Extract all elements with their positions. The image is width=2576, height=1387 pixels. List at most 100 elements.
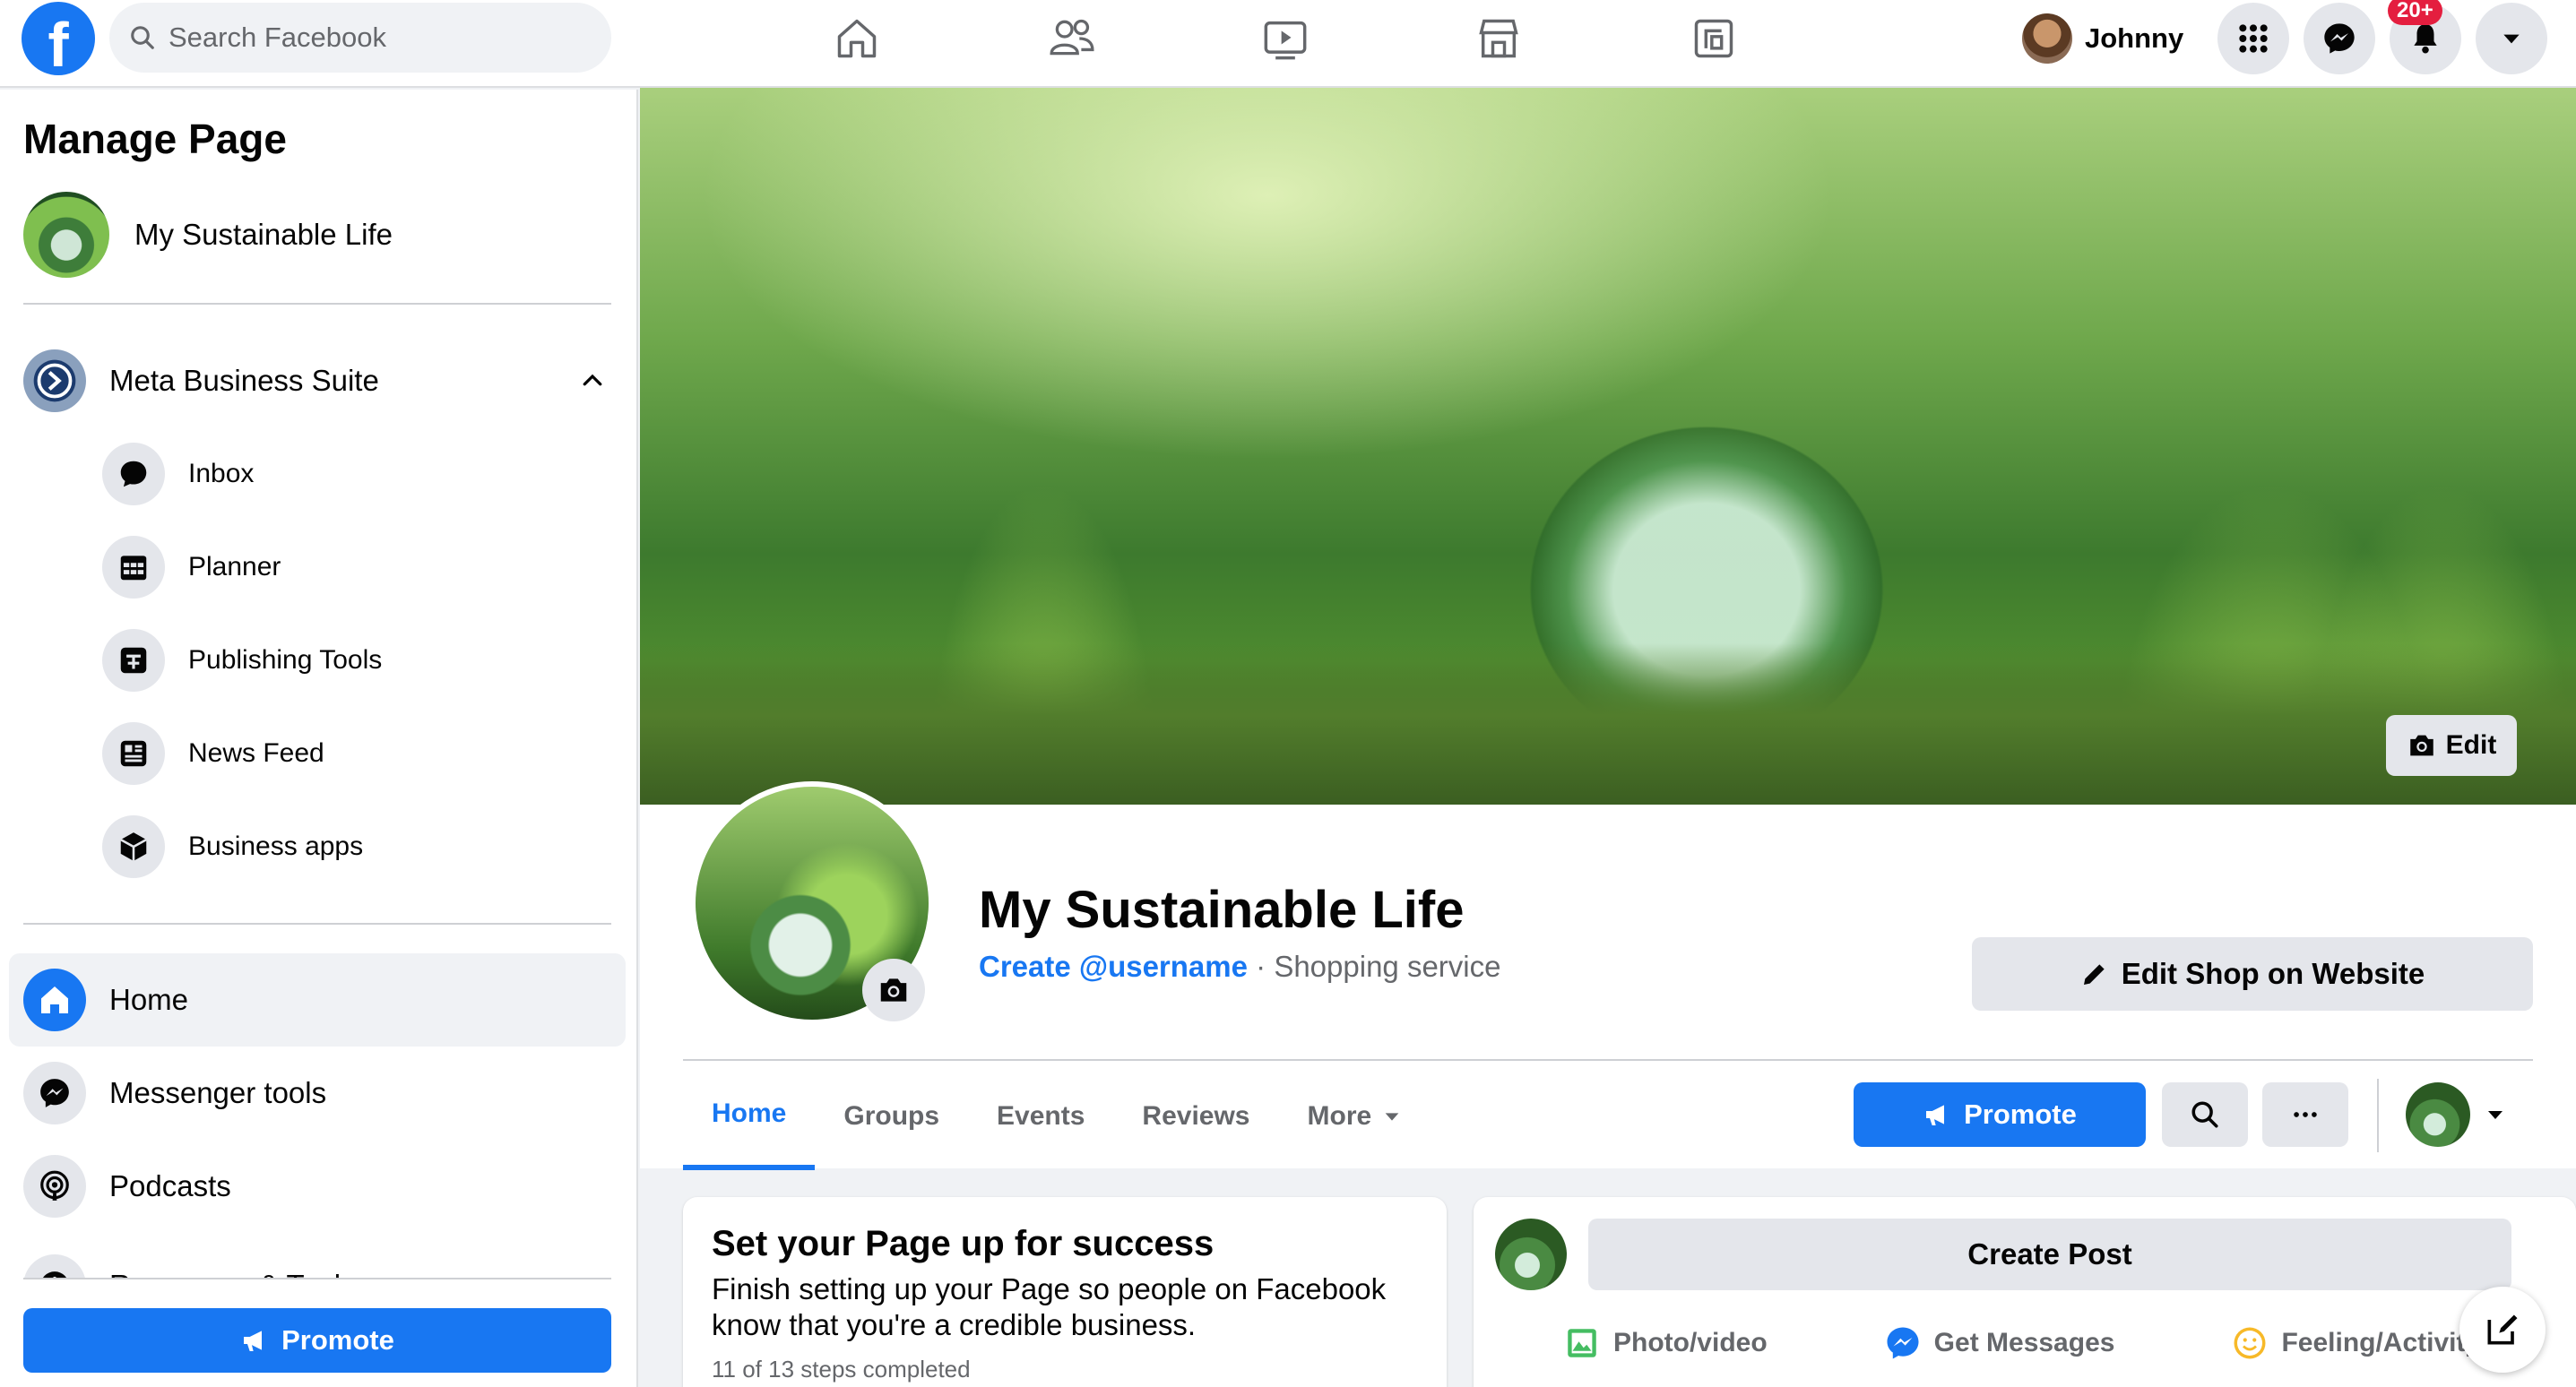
edit-shop-button[interactable]: Edit Shop on Website [1972, 937, 2533, 1011]
top-navigation-bar: f Johnny 20+ [0, 0, 2576, 88]
nav-gaming[interactable] [1669, 9, 1759, 68]
search-icon [2191, 1101, 2218, 1128]
megaphone-icon [244, 1331, 263, 1351]
grid-menu-icon [2239, 24, 2268, 53]
profile-shortcut[interactable]: Johnny [2022, 9, 2183, 68]
action-label: Photo/video [1613, 1328, 1768, 1357]
business-suite-toggle[interactable]: Meta Business Suite [23, 349, 606, 412]
sidebar-item-podcasts[interactable]: Podcasts [9, 1140, 626, 1233]
page-avatar [23, 192, 109, 278]
account-menu-button[interactable] [2476, 3, 2547, 74]
more-options-button[interactable] [2262, 1082, 2348, 1147]
tab-label: Home [712, 1098, 787, 1128]
page-setup-card: Set your Page up for success Finish sett… [683, 1197, 1447, 1387]
promote-label: Promote [281, 1324, 394, 1356]
tab-label: Reviews [1142, 1101, 1250, 1131]
edit-cover-label: Edit [2445, 730, 2497, 760]
edit-cover-button[interactable]: Edit [2386, 715, 2517, 776]
promote-button[interactable]: Promote [1854, 1082, 2146, 1147]
page-search-button[interactable] [2162, 1082, 2248, 1147]
sidebar-page-link[interactable]: My Sustainable Life [23, 192, 393, 278]
tab-home[interactable]: Home [683, 1063, 816, 1170]
sidebar-item-publishing-tools[interactable]: Publishing Tools [102, 629, 382, 692]
menu-button[interactable] [2217, 3, 2289, 74]
create-username-link[interactable]: Create @username [979, 950, 1248, 983]
tab-reviews[interactable]: Reviews [1113, 1063, 1278, 1170]
nav-watch[interactable] [1240, 9, 1330, 68]
ellipsis-icon [2294, 1112, 2317, 1117]
avatar [1495, 1219, 1567, 1290]
notification-badge: 20+ [2388, 0, 2442, 25]
sidebar-item-label: Messenger tools [109, 1076, 327, 1109]
sidebar-item-inbox[interactable]: Inbox [102, 443, 254, 505]
tab-more[interactable]: More [1279, 1063, 1431, 1170]
separator: · [1247, 950, 1275, 983]
nav-friends[interactable] [1027, 9, 1117, 68]
promote-label: Promote [1964, 1098, 2077, 1130]
caret-down-icon [1385, 1113, 1399, 1121]
action-label: Get Messages [1933, 1328, 2115, 1357]
sidebar-page-name: My Sustainable Life [134, 218, 393, 251]
caret-down-icon [2488, 1111, 2503, 1119]
user-name: Johnny [2085, 22, 2184, 54]
sidebar-item-label: News Feed [188, 738, 324, 768]
sidebar-item-label: Home [109, 983, 189, 1016]
watch-icon [1264, 21, 1307, 60]
create-post-button[interactable]: Create Post [1588, 1219, 2511, 1290]
sidebar-item-label: Publishing Tools [188, 645, 383, 675]
page-title: My Sustainable Life [979, 881, 1465, 939]
sidebar-item-label: Inbox [188, 459, 255, 488]
messenger-button[interactable] [2304, 3, 2375, 74]
chat-bubble-icon [120, 461, 147, 487]
edit-shop-label: Edit Shop on Website [2121, 957, 2425, 990]
avatar [2022, 13, 2072, 64]
tab-label: Events [997, 1101, 1085, 1131]
action-label: Feeling/Activity [2281, 1328, 2481, 1357]
setup-description: Finish setting up your Page so people on… [712, 1272, 1387, 1341]
manage-page-sidebar: Manage Page My Sustainable Life Meta Bus… [0, 90, 638, 1387]
business-suite-label: Meta Business Suite [109, 364, 379, 397]
tab-label: More [1307, 1101, 1372, 1131]
sidebar-title: Manage Page [23, 116, 287, 162]
new-message-button[interactable] [2459, 1287, 2546, 1373]
search-box[interactable] [109, 3, 611, 73]
sidebar-promote-button[interactable]: Promote [23, 1308, 611, 1373]
tab-events[interactable]: Events [968, 1063, 1113, 1170]
sidebar-item-planner[interactable]: Planner [102, 536, 281, 599]
tab-groups[interactable]: Groups [815, 1063, 968, 1170]
photo-video-button[interactable]: Photo/video [1563, 1324, 1768, 1362]
switch-profile-button[interactable] [2406, 1082, 2506, 1147]
friends-icon [1050, 19, 1094, 56]
messenger-icon [1887, 1327, 1919, 1359]
divider [23, 923, 611, 925]
bell-icon [2414, 24, 2437, 54]
divider [23, 1278, 611, 1279]
get-messages-button[interactable]: Get Messages [1884, 1324, 2115, 1362]
facebook-logo[interactable]: f [22, 2, 95, 75]
sidebar-item-messenger-tools[interactable]: Messenger tools [9, 1047, 626, 1140]
marketplace-icon [1479, 19, 1518, 58]
change-profile-picture-button[interactable] [862, 959, 925, 1021]
create-post-card: Create Post Photo/video Get Messages Fee… [1474, 1197, 2576, 1387]
messenger-icon [2324, 23, 2355, 54]
sidebar-item-business-apps[interactable]: Business apps [102, 815, 363, 878]
feeling-activity-button[interactable]: Feeling/Activity [2231, 1324, 2480, 1362]
tab-label: Groups [843, 1101, 940, 1131]
photo-icon [1568, 1329, 1596, 1357]
news-feed-icon [120, 740, 147, 767]
sidebar-item-label: Planner [188, 552, 281, 582]
gaming-icon [1694, 19, 1733, 58]
nav-home[interactable] [812, 9, 902, 68]
search-input[interactable] [169, 22, 563, 54]
sidebar-item-news-feed[interactable]: News Feed [102, 722, 324, 785]
nav-marketplace[interactable] [1454, 9, 1543, 68]
divider [683, 1059, 2533, 1061]
cube-icon [120, 832, 147, 861]
setup-progress-text: 11 of 13 steps completed [712, 1356, 971, 1383]
page-tabs: Home Groups Events Reviews More [683, 1063, 1431, 1170]
home-icon [41, 986, 68, 1013]
sidebar-item-resources-tools[interactable]: Resources & Tools [9, 1254, 626, 1279]
chevron-up-icon[interactable] [579, 367, 606, 394]
sidebar-item-home[interactable]: Home [9, 953, 626, 1047]
megaphone-icon [1926, 1105, 1945, 1125]
